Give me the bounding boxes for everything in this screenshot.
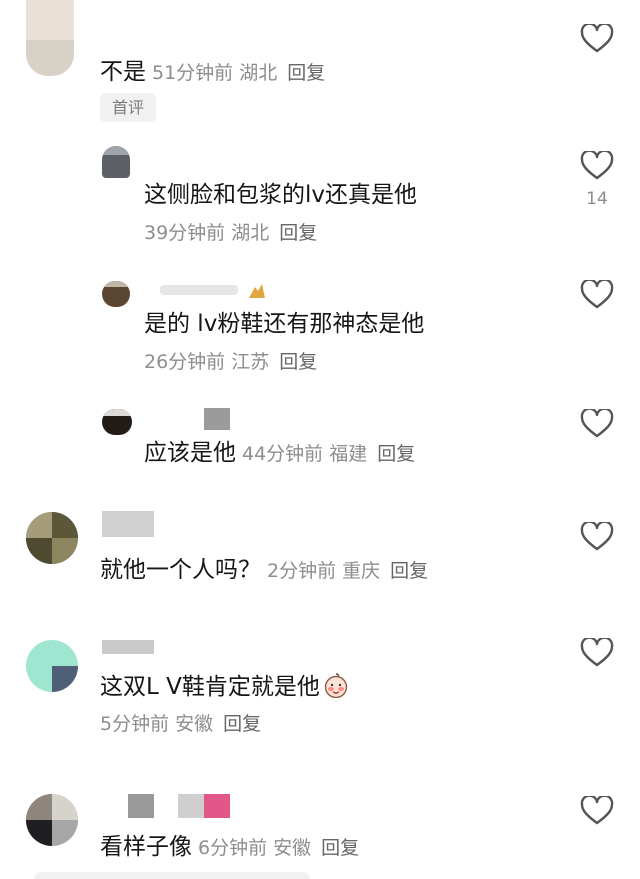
comment-text[interactable]: 就他一个人吗？ 2分钟前 重庆 回复 <box>100 555 428 586</box>
comment-location: 安徽 <box>273 837 312 859</box>
avatar[interactable] <box>26 640 78 692</box>
comment-time: 26分钟前 <box>144 351 226 373</box>
heart-outline-icon[interactable] <box>580 24 614 54</box>
avatar[interactable] <box>102 409 132 435</box>
comment-location: 湖北 <box>231 222 270 244</box>
username-blurred[interactable] <box>178 794 204 818</box>
comment-text[interactable]: 看样子像 6分钟前 安徽 回复 <box>100 832 359 863</box>
username-blurred[interactable] <box>204 408 230 430</box>
username-blurred[interactable] <box>128 794 154 818</box>
comment-location: 福建 <box>329 443 368 465</box>
comment-text[interactable]: 应该是他 44分钟前 福建 回复 <box>144 438 415 469</box>
username-blurred[interactable] <box>102 640 154 654</box>
reply-button[interactable]: 回复 <box>223 713 261 735</box>
comment-text[interactable]: 这双L V鞋肯定就是他 <box>100 672 350 702</box>
reply-button[interactable]: 回复 <box>390 560 428 582</box>
comment-list: 不是 51分钟前 湖北 回复 首评 这侧脸和包浆的lv还真是他 39分钟前 湖北 回复… <box>0 0 640 879</box>
heart-outline-icon[interactable] <box>580 638 614 668</box>
comment-text[interactable]: 不是 51分钟前 湖北 回复 <box>100 57 325 88</box>
username-blurred[interactable] <box>204 794 230 818</box>
heart-outline-icon[interactable] <box>580 522 614 552</box>
avatar[interactable] <box>26 512 78 564</box>
comment-time: 2分钟前 <box>267 560 337 582</box>
first-comment-badge: 首评 <box>100 93 156 122</box>
comment-time: 39分钟前 <box>144 222 226 244</box>
comment-time: 5分钟前 <box>100 713 170 735</box>
comment-meta: 26分钟前 江苏 回复 <box>144 349 317 375</box>
reply-button[interactable]: 回复 <box>377 443 415 465</box>
comment-location: 湖北 <box>239 62 278 84</box>
reply-button[interactable]: 回复 <box>287 62 325 84</box>
avatar[interactable] <box>26 794 78 846</box>
comment-time: 6分钟前 <box>198 837 268 859</box>
heart-outline-icon[interactable] <box>580 796 614 826</box>
avatar[interactable] <box>102 146 130 178</box>
comment-text[interactable]: 是的 lv粉鞋还有那神态是他 <box>144 309 424 339</box>
avatar[interactable] <box>26 0 74 76</box>
heart-outline-icon[interactable] <box>580 280 614 310</box>
reply-button[interactable]: 回复 <box>321 837 359 859</box>
comment-meta: 39分钟前 湖北 回复 <box>144 220 317 246</box>
avatar[interactable] <box>102 281 130 307</box>
like-count: 14 <box>586 189 608 209</box>
comment-location: 重庆 <box>342 560 381 582</box>
fan-badge-icon <box>249 284 265 298</box>
input-bar[interactable] <box>34 872 310 879</box>
reply-button[interactable]: 回复 <box>279 351 317 373</box>
username-blurred[interactable] <box>160 285 238 295</box>
comment-time: 51分钟前 <box>152 62 234 84</box>
username-blurred[interactable] <box>102 511 154 537</box>
heart-outline-icon[interactable] <box>580 151 614 181</box>
comment-text[interactable]: 这侧脸和包浆的lv还真是他 <box>144 180 417 210</box>
comment-location: 江苏 <box>231 351 270 373</box>
comment-time: 44分钟前 <box>242 443 324 465</box>
comment-meta: 5分钟前 安徽 回复 <box>100 711 261 737</box>
comment-location: 安徽 <box>175 713 214 735</box>
reply-button[interactable]: 回复 <box>279 222 317 244</box>
heart-outline-icon[interactable] <box>580 409 614 439</box>
blushing-face-emoji <box>324 673 348 698</box>
